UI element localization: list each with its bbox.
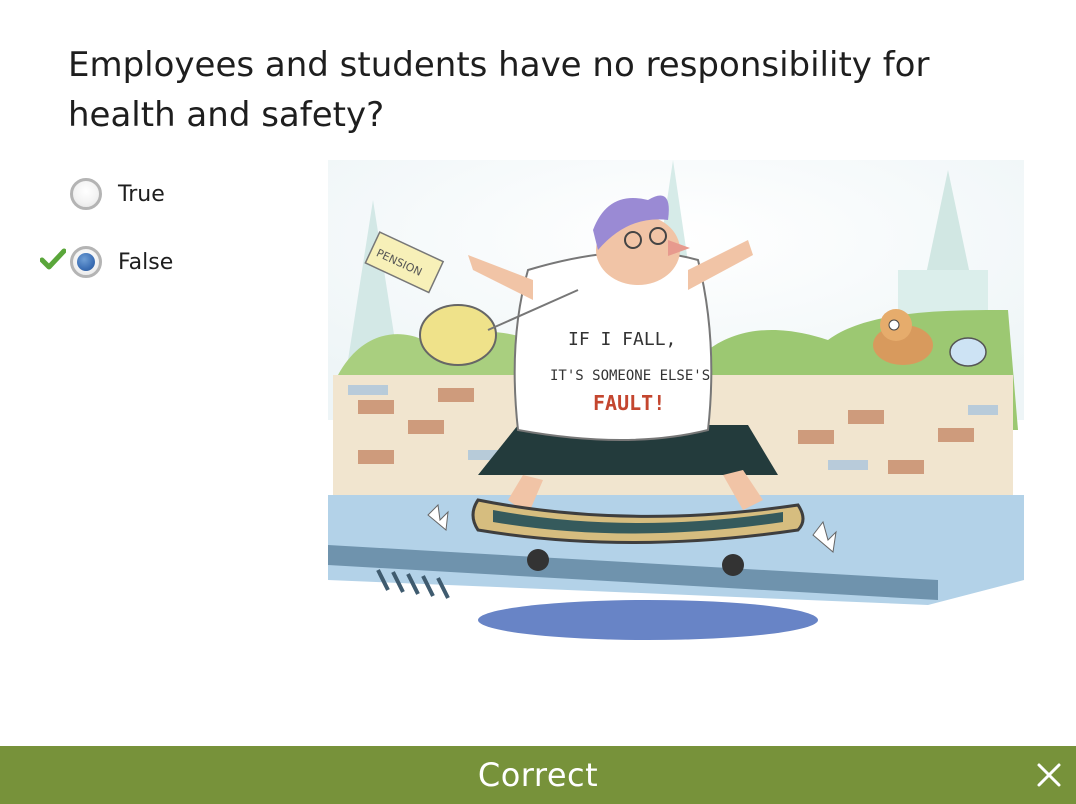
feedback-bar: Correct	[0, 746, 1076, 804]
option-false[interactable]: False	[70, 243, 173, 281]
option-true-label: True	[118, 181, 165, 207]
radio-true[interactable]	[70, 178, 102, 210]
quiz-slide: Employees and students have no responsib…	[0, 0, 1076, 804]
option-true[interactable]: True	[70, 175, 165, 213]
radio-false[interactable]	[70, 246, 102, 278]
shirt-text-line2: IT'S SOMEONE ELSE'S	[550, 368, 710, 384]
feedback-text: Correct	[477, 756, 599, 794]
shirt-text-line3: FAULT!	[593, 391, 665, 415]
check-icon	[40, 248, 66, 270]
question-text: Employees and students have no responsib…	[68, 45, 930, 135]
option-false-label: False	[118, 249, 174, 275]
cartoon-illustration: PENSION IF I FALL, IT'S SOMEONE ELSE'S F…	[328, 160, 1024, 640]
shirt-text-line1: IF I FALL,	[568, 329, 676, 350]
close-icon[interactable]	[1036, 762, 1062, 788]
